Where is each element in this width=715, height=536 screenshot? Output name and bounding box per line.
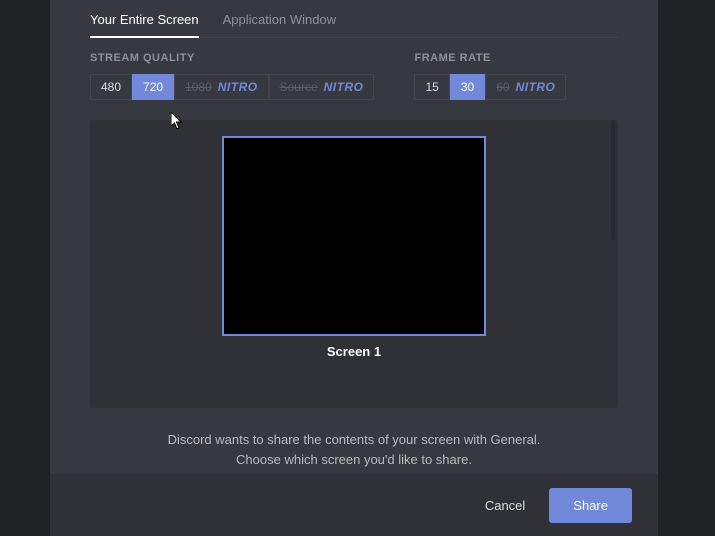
quality-source-button[interactable]: Source NITRO (269, 74, 375, 100)
quality-480-button[interactable]: 480 (90, 74, 132, 100)
framerate-30-button[interactable]: 30 (450, 74, 485, 100)
screen-1-tile[interactable] (222, 136, 486, 336)
quality-1080-label: 1080 (185, 80, 212, 94)
cancel-button[interactable]: Cancel (485, 498, 525, 513)
nitro-badge-icon: NITRO (324, 80, 364, 94)
share-description-line1: Discord wants to share the contents of y… (90, 430, 618, 450)
share-button[interactable]: Share (549, 488, 632, 523)
scrollbar[interactable] (611, 120, 615, 240)
frame-rate-group: FRAME RATE 15 30 60 NITRO (414, 52, 566, 100)
modal-footer: Cancel Share (50, 474, 658, 536)
source-tabs: Your Entire Screen Application Window (90, 8, 618, 38)
stream-controls: STREAM QUALITY 480 720 1080 NITRO Source… (90, 52, 618, 100)
framerate-60-button[interactable]: 60 NITRO (485, 74, 566, 100)
share-description: Discord wants to share the contents of y… (90, 430, 618, 469)
stream-quality-options: 480 720 1080 NITRO Source NITRO (90, 74, 374, 100)
stream-quality-group: STREAM QUALITY 480 720 1080 NITRO Source… (90, 52, 374, 100)
screen-share-modal: Your Entire Screen Application Window ST… (50, 0, 658, 536)
screen-preview-area: Screen 1 (90, 120, 618, 408)
stream-quality-label: STREAM QUALITY (90, 52, 374, 64)
tab-entire-screen[interactable]: Your Entire Screen (90, 8, 199, 37)
frame-rate-label: FRAME RATE (414, 52, 566, 64)
framerate-15-button[interactable]: 15 (414, 74, 449, 100)
quality-1080-button[interactable]: 1080 NITRO (174, 74, 269, 100)
nitro-badge-icon: NITRO (516, 80, 556, 94)
nitro-badge-icon: NITRO (218, 80, 258, 94)
share-description-line2: Choose which screen you'd like to share. (90, 450, 618, 470)
frame-rate-options: 15 30 60 NITRO (414, 74, 566, 100)
framerate-60-label: 60 (496, 80, 509, 94)
tab-application-window[interactable]: Application Window (223, 8, 336, 37)
quality-source-label: Source (280, 80, 318, 94)
screen-1-label: Screen 1 (327, 344, 381, 359)
quality-720-button[interactable]: 720 (132, 74, 174, 100)
